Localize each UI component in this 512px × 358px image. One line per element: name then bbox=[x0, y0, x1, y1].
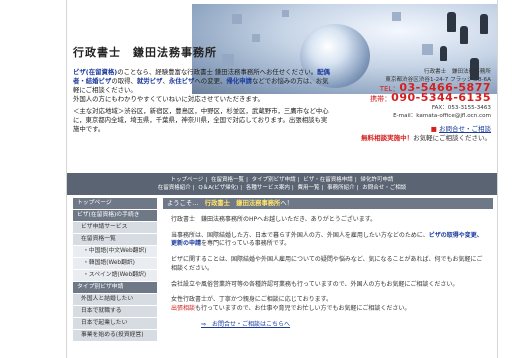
site-title: 行政書士 鎌田法務事務所 bbox=[73, 46, 217, 59]
nav-fees[interactable]: 費用一覧 bbox=[297, 185, 319, 191]
nav-row-2: 在留資格紹介 | Q＆A(ビザ帰化) | 各種サービス案内 | 費用一覧 | 事務所紹介… bbox=[157, 185, 407, 191]
sidebar-item-spanish[interactable]: ・スペイン語(Web翻訳) bbox=[73, 270, 157, 282]
decor-square bbox=[422, 44, 433, 55]
work-visa-term: 就労ビザ bbox=[136, 77, 163, 85]
sidebar-item-visa-type[interactable]: タイプ別ビザ申請 bbox=[73, 282, 157, 294]
page: 行政書士 鎌田法務事務所 ビザ(在留資格)のことなら、経験豊富な行政書士 鎌田法… bbox=[66, 0, 498, 358]
service-area-text: ＜主な対応地域＞渋谷区，新宿区，豊島区，中野区，杉並区，武蔵野市，三鷹市など中心… bbox=[73, 107, 329, 133]
intro-text-part: 外国人の方にもわかりやすくていねいに対応させていただきます。 bbox=[73, 95, 264, 103]
mail-icon: ■ bbox=[430, 125, 437, 133]
welcome-text: ようこそ… bbox=[167, 200, 205, 207]
welcome-text-end: へ！ bbox=[280, 200, 293, 207]
inquiry-link-main[interactable]: ⇒ お問合せ・ご相談はこちらへ bbox=[201, 321, 290, 328]
decor-square bbox=[252, 34, 260, 42]
decor-square bbox=[232, 14, 242, 24]
global-nav: トップページ | 在留資格一覧 | タイプ別ビザ申請 | ビザ・在留資格申請 | 帰化許… bbox=[67, 173, 497, 195]
decor-square bbox=[222, 54, 234, 66]
contact-links: ■ お問合せ・ご相談 無料相談実施中！お気軽にご相談ください。 bbox=[331, 125, 491, 143]
sidebar-item-top[interactable]: トップページ bbox=[73, 198, 157, 210]
nav-visa-application[interactable]: ビザ・在留資格申請 bbox=[303, 177, 353, 183]
nav-naturalization[interactable]: 帰化許可申請 bbox=[360, 177, 393, 183]
nav-office[interactable]: 事務所紹介 bbox=[327, 185, 355, 191]
sidebar-item-status-list[interactable]: 在留資格一覧 bbox=[73, 234, 157, 246]
free-consultation-text: お気軽にご相談ください。 bbox=[413, 134, 491, 142]
nav-qa[interactable]: Q＆A(ビザ帰化) bbox=[198, 185, 238, 191]
decor-square bbox=[282, 10, 289, 17]
sidebar-item-korean[interactable]: ・韓国語(Web翻訳) bbox=[73, 258, 157, 270]
visit-consultation-text: も行っていますので、お仕事や育児でお忙しい方でもお気軽にご相談ください。 bbox=[195, 304, 411, 312]
about-text-end: を専門に行っている事務所です。 bbox=[201, 240, 291, 248]
greeting-paragraph: 行政書士 鎌田法務事務所のHPへお越しいただき、ありがとうございます。 bbox=[171, 216, 377, 223]
female-scrivener-paragraph: 女性行政書士が、丁寧かつ親身にご相談に応じております。 出張相談も行っていますの… bbox=[171, 296, 487, 313]
sidebar-item-startup[interactable]: 日本で起業したい bbox=[73, 318, 157, 330]
person-figure bbox=[480, 14, 488, 34]
email-address[interactable]: E-mail：kamata-office@jfl.ocn.com bbox=[331, 112, 491, 120]
sidebar-item-chinese[interactable]: ・中国語(中文Web翻訳) bbox=[73, 246, 157, 258]
header: 行政書士 鎌田法務事務所 ビザ(在留資格)のことなら、経験豊富な行政書士 鎌田法… bbox=[67, 0, 497, 152]
nav-row-1: トップページ | 在留資格一覧 | タイプ別ビザ申請 | ビザ・在留資格申請 | 帰化許… bbox=[170, 177, 394, 183]
sidebar-item-visa-service[interactable]: ビザ申請サービス bbox=[73, 222, 157, 234]
mobile-label: 携帯： bbox=[370, 95, 392, 103]
inquiry-link[interactable]: お問合せ・ご相談 bbox=[439, 125, 491, 133]
fax-number: FAX：053-3155-3463 bbox=[431, 105, 491, 111]
consult-paragraph: ビザに関することは、国際結婚や外国人雇用についての疑問や悩みなど、気になることが… bbox=[171, 256, 483, 272]
office-name: 行政書士 鎌田法務事務所 bbox=[423, 69, 491, 75]
intro-text: ビザ(在留資格)のことなら、経験豊富な行政書士 鎌田法務事務所へお任せください。… bbox=[73, 68, 333, 134]
main-content: ようこそ… 行政書士 鎌田法務事務所へ！ 行政書士 鎌田法務事務所のHPへお越し… bbox=[163, 198, 493, 329]
nav-services[interactable]: 各種サービス案内 bbox=[246, 185, 290, 191]
intro-text-part: の取得、 bbox=[111, 77, 137, 85]
person-figure bbox=[460, 26, 468, 44]
permanent-visa-term: 永住ビザ bbox=[168, 77, 195, 85]
female-scrivener-text: 女性行政書士が、丁寧かつ親身にご相談に応じております。 bbox=[171, 296, 332, 304]
inquiry-link-paragraph: ⇒ お問合せ・ご相談はこちらへ bbox=[171, 321, 487, 330]
sidebar-item-investment[interactable]: 事業を始める(投資経営) bbox=[73, 330, 157, 342]
visa-term: ビザ(在留資格) bbox=[73, 68, 118, 76]
license-paragraph: 会社設立や風俗営業許可等の各種許認可業務も行っていますので、外国人の方もお気軽に… bbox=[171, 280, 459, 288]
nav-status-intro[interactable]: 在留資格紹介 bbox=[158, 185, 191, 191]
sidebar-item-employment[interactable]: 日本で就職する bbox=[73, 306, 157, 318]
person-figure bbox=[440, 46, 447, 61]
welcome-office-name: 行政書士 鎌田法務事務所 bbox=[204, 200, 281, 207]
about-text: 当事務所は、国際結婚した方、日本で暮らす外国人の方、外国人を雇用したい方などのた… bbox=[171, 231, 429, 239]
contact-block: 行政書士 鎌田法務事務所 東京都渋谷区渋谷1-24-7 フラッシュ8-6A TE… bbox=[331, 68, 491, 120]
intro-text-part: への変更、 bbox=[194, 77, 227, 85]
intro-text-part: のことなら、経験豊富な行政書士 鎌田法務事務所へお任せください。 bbox=[117, 68, 318, 76]
sidebar-item-visa-procedures[interactable]: ビザ(在留資格)の手続き bbox=[73, 210, 157, 222]
nav-top[interactable]: トップページ bbox=[171, 177, 204, 183]
person-figure bbox=[447, 12, 456, 32]
nav-contact[interactable]: お問合せ・ご相談 bbox=[362, 185, 406, 191]
sidebar: トップページ ビザ(在留資格)の手続き ビザ申請サービス 在留資格一覧 ・中国語… bbox=[73, 198, 157, 342]
mobile-number[interactable]: 090-5344-6135 bbox=[391, 91, 491, 104]
welcome-banner: ようこそ… 行政書士 鎌田法務事務所へ！ bbox=[163, 198, 493, 209]
about-paragraph: 当事務所は、国際結婚した方、日本で暮らす外国人の方、外国人を雇用したい方などのた… bbox=[171, 232, 487, 249]
sidebar-item-marriage[interactable]: 外国人と結婚したい bbox=[73, 294, 157, 306]
visit-consultation-term: 出張相談 bbox=[171, 304, 196, 312]
nav-status-list[interactable]: 在留資格一覧 bbox=[211, 177, 244, 183]
naturalization-term: 帰化申請 bbox=[226, 77, 252, 85]
nav-visa-type[interactable]: タイプ別ビザ申請 bbox=[252, 177, 296, 183]
decor-square bbox=[392, 12, 401, 21]
free-consultation-label: 無料相談実施中！ bbox=[361, 134, 414, 142]
